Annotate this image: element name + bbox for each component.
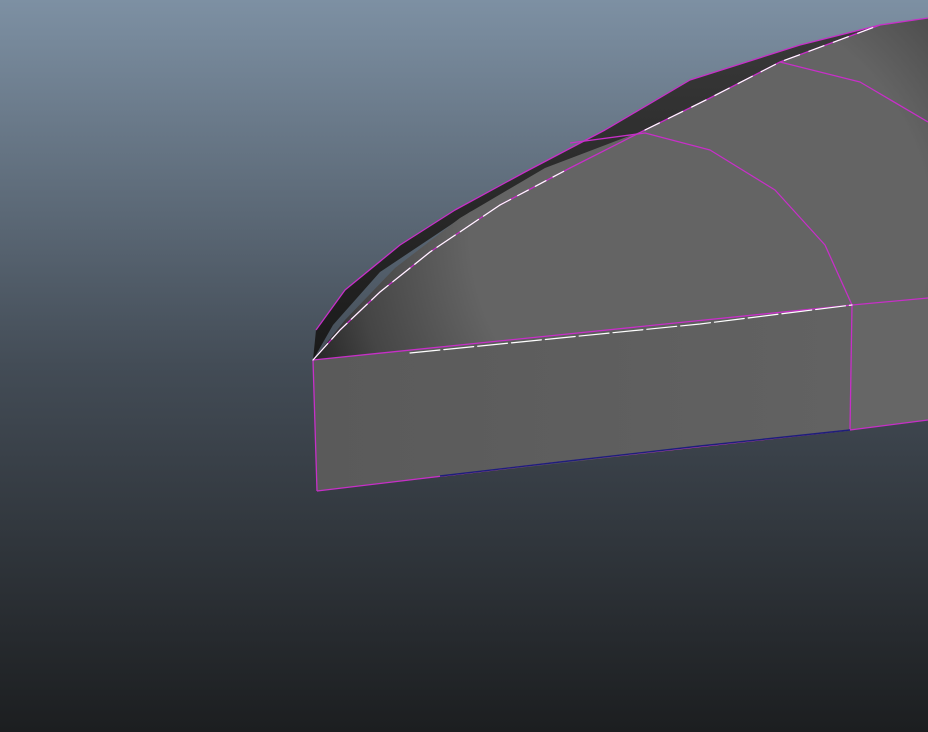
viewport-scene[interactable] — [0, 0, 928, 732]
3d-viewport[interactable] — [0, 0, 928, 732]
mesh-right-face — [850, 298, 928, 430]
